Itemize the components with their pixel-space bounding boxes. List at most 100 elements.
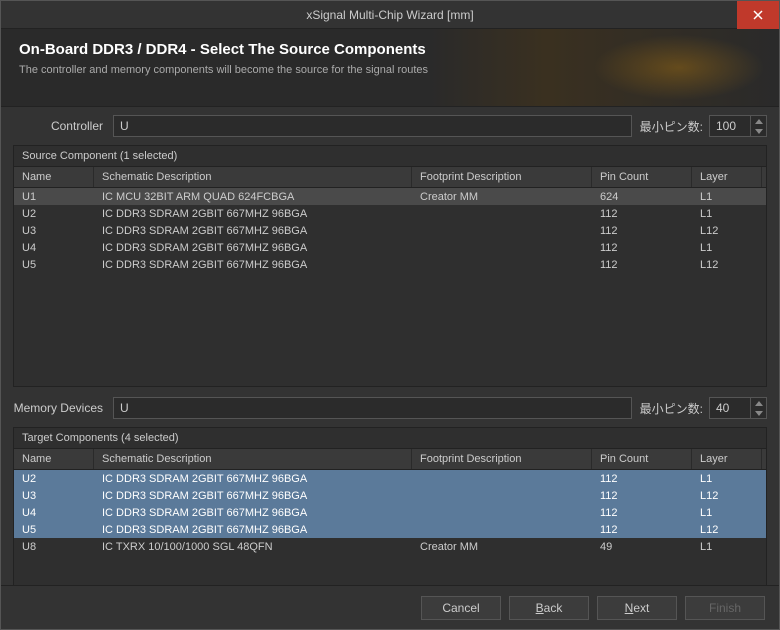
- col-schematic[interactable]: Schematic Description: [94, 167, 412, 187]
- controller-input[interactable]: [113, 115, 632, 137]
- cell: [412, 529, 592, 531]
- cell: IC DDR3 SDRAM 2GBIT 667MHZ 96BGA: [94, 224, 412, 238]
- cell: L12: [692, 224, 762, 238]
- col-layer[interactable]: Layer: [692, 449, 762, 469]
- cell: L1: [692, 241, 762, 255]
- cell: 112: [592, 506, 692, 520]
- table-row[interactable]: U1IC MCU 32BIT ARM QUAD 624FCBGACreator …: [14, 188, 766, 205]
- cell: IC DDR3 SDRAM 2GBIT 667MHZ 96BGA: [94, 258, 412, 272]
- page-subtitle: The controller and memory components wil…: [19, 64, 761, 76]
- min-pins-source-input[interactable]: [710, 119, 750, 133]
- page-title: On-Board DDR3 / DDR4 - Select The Source…: [19, 41, 761, 58]
- cell: 112: [592, 207, 692, 221]
- table-row[interactable]: U3IC DDR3 SDRAM 2GBIT 667MHZ 96BGA 112L12: [14, 222, 766, 239]
- cell: L1: [692, 190, 762, 204]
- cell: L1: [692, 207, 762, 221]
- spinner-up[interactable]: [751, 116, 766, 126]
- cell: [412, 213, 592, 215]
- close-icon: [753, 10, 763, 20]
- cell: IC DDR3 SDRAM 2GBIT 667MHZ 96BGA: [94, 207, 412, 221]
- close-button[interactable]: [737, 1, 779, 29]
- source-section: Source Component (1 selected) Name Schem…: [13, 145, 767, 387]
- window-title: xSignal Multi-Chip Wizard [mm]: [306, 8, 473, 22]
- cell: L1: [692, 472, 762, 486]
- wizard-header: On-Board DDR3 / DDR4 - Select The Source…: [1, 29, 779, 107]
- table-row[interactable]: U2IC DDR3 SDRAM 2GBIT 667MHZ 96BGA 112L1: [14, 470, 766, 487]
- col-name[interactable]: Name: [14, 167, 94, 187]
- cell: 49: [592, 540, 692, 554]
- cell: IC DDR3 SDRAM 2GBIT 667MHZ 96BGA: [94, 506, 412, 520]
- col-footprint[interactable]: Footprint Description: [412, 167, 592, 187]
- cell: 112: [592, 523, 692, 537]
- cell: L12: [692, 523, 762, 537]
- finish-button[interactable]: Finish: [685, 596, 765, 620]
- cell: L12: [692, 258, 762, 272]
- wizard-window: xSignal Multi-Chip Wizard [mm] On-Board …: [0, 0, 780, 630]
- next-button[interactable]: Next: [597, 596, 677, 620]
- target-section: Target Components (4 selected) Name Sche…: [13, 427, 767, 611]
- cell: 624: [592, 190, 692, 204]
- table-row[interactable]: U4IC DDR3 SDRAM 2GBIT 667MHZ 96BGA112L1: [14, 239, 766, 256]
- cell: L12: [692, 489, 762, 503]
- spinner-down[interactable]: [751, 126, 766, 136]
- min-pins-label-target: 最小ピン数:: [640, 400, 703, 417]
- min-pins-source-spinner[interactable]: [709, 115, 767, 137]
- spinner-down[interactable]: [751, 408, 766, 418]
- col-name[interactable]: Name: [14, 449, 94, 469]
- cell: U2: [14, 472, 94, 486]
- min-pins-label-source: 最小ピン数:: [640, 118, 703, 135]
- cell: U8: [14, 540, 94, 554]
- cell: L1: [692, 506, 762, 520]
- cell: Creator MM: [412, 540, 592, 554]
- back-button[interactable]: Back: [509, 596, 589, 620]
- cancel-button[interactable]: Cancel: [421, 596, 501, 620]
- cell: [412, 478, 592, 480]
- min-pins-target-input[interactable]: [710, 401, 750, 415]
- cell: [412, 230, 592, 232]
- cell: U2: [14, 207, 94, 221]
- table-row[interactable]: U4IC DDR3 SDRAM 2GBIT 667MHZ 96BGA112L1: [14, 504, 766, 521]
- cell: 112: [592, 472, 692, 486]
- wizard-body: Controller 最小ピン数: Source Component (1 se…: [1, 107, 779, 629]
- table-row[interactable]: U8IC TXRX 10/100/1000 SGL 48QFNCreator M…: [14, 538, 766, 555]
- cell: IC MCU 32BIT ARM QUAD 624FCBGA: [94, 190, 412, 204]
- cell: U1: [14, 190, 94, 204]
- titlebar: xSignal Multi-Chip Wizard [mm]: [1, 1, 779, 29]
- controller-row: Controller 最小ピン数:: [13, 115, 767, 137]
- cell: U5: [14, 258, 94, 272]
- table-row[interactable]: U2IC DDR3 SDRAM 2GBIT 667MHZ 96BGA 112L1: [14, 205, 766, 222]
- cell: [412, 247, 592, 249]
- col-footprint[interactable]: Footprint Description: [412, 449, 592, 469]
- table-row[interactable]: U5IC DDR3 SDRAM 2GBIT 667MHZ 96BGA112L12: [14, 521, 766, 538]
- cell: Creator MM: [412, 190, 592, 204]
- col-pin-count[interactable]: Pin Count: [592, 449, 692, 469]
- memory-input[interactable]: [113, 397, 632, 419]
- memory-row: Memory Devices 最小ピン数:: [13, 397, 767, 419]
- cell: [412, 512, 592, 514]
- table-row[interactable]: U3IC DDR3 SDRAM 2GBIT 667MHZ 96BGA112L12: [14, 487, 766, 504]
- target-grid-header: Name Schematic Description Footprint Des…: [14, 449, 766, 470]
- min-pins-target-spinner[interactable]: [709, 397, 767, 419]
- cell: U3: [14, 224, 94, 238]
- cell: IC DDR3 SDRAM 2GBIT 667MHZ 96BGA: [94, 472, 412, 486]
- cell: U4: [14, 241, 94, 255]
- source-grid-body[interactable]: U1IC MCU 32BIT ARM QUAD 624FCBGACreator …: [14, 188, 766, 386]
- controller-label: Controller: [13, 119, 113, 133]
- cell: [412, 264, 592, 266]
- col-schematic[interactable]: Schematic Description: [94, 449, 412, 469]
- table-row[interactable]: U5IC DDR3 SDRAM 2GBIT 667MHZ 96BGA 112L12: [14, 256, 766, 273]
- cell: IC TXRX 10/100/1000 SGL 48QFN: [94, 540, 412, 554]
- cell: IC DDR3 SDRAM 2GBIT 667MHZ 96BGA: [94, 241, 412, 255]
- cell: [412, 495, 592, 497]
- cell: 112: [592, 224, 692, 238]
- cell: 112: [592, 489, 692, 503]
- cell: 112: [592, 258, 692, 272]
- cell: U3: [14, 489, 94, 503]
- cell: IC DDR3 SDRAM 2GBIT 667MHZ 96BGA: [94, 523, 412, 537]
- target-section-header: Target Components (4 selected): [14, 428, 766, 449]
- col-pin-count[interactable]: Pin Count: [592, 167, 692, 187]
- spinner-up[interactable]: [751, 398, 766, 408]
- col-layer[interactable]: Layer: [692, 167, 762, 187]
- source-grid-header: Name Schematic Description Footprint Des…: [14, 167, 766, 188]
- source-section-header: Source Component (1 selected): [14, 146, 766, 167]
